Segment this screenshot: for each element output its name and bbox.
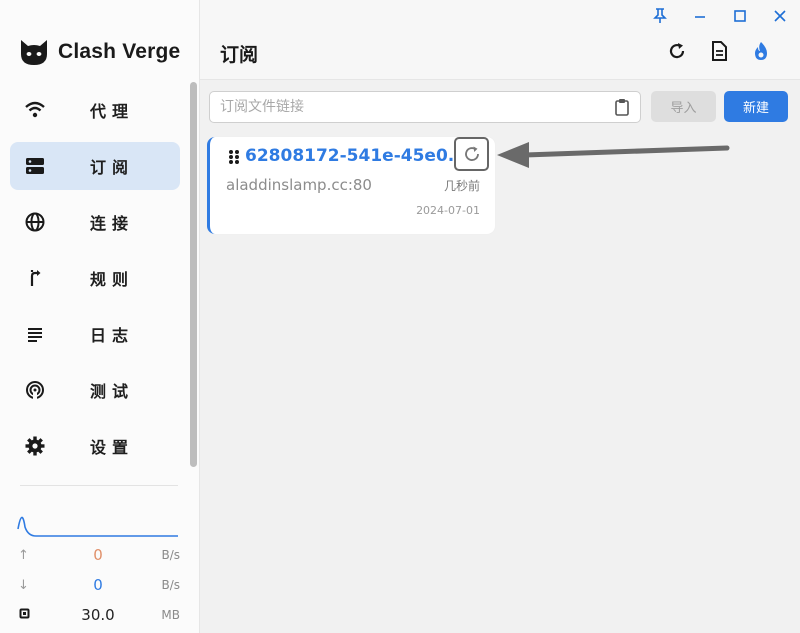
lines-icon [24, 323, 46, 345]
sidebar-item-label: 订阅 [90, 158, 135, 177]
sidebar-item-proxy[interactable]: 代理 [10, 86, 180, 134]
refresh-icon [464, 146, 479, 161]
upload-unit: B/s [161, 548, 180, 562]
traffic-sparkline [17, 516, 178, 537]
profile-date: 2024-07-01 [416, 204, 480, 217]
annotation-arrow [497, 142, 730, 168]
refresh-all-icon[interactable] [666, 40, 688, 62]
globe-icon [24, 211, 46, 233]
sidebar-nav: 代理 订阅 连接 规则 日志 测试 设置 [10, 86, 180, 478]
sidebar-item-label: 日志 [90, 326, 135, 345]
document-icon[interactable] [708, 40, 730, 62]
profile-card[interactable]: 62808172-541e-45e0... aladdinslamp.cc:80… [207, 137, 495, 234]
sidebar-item-rules[interactable]: 规则 [10, 254, 180, 302]
new-button[interactable]: 新建 [724, 91, 788, 122]
pin-icon[interactable] [650, 6, 670, 26]
download-speed: ↓ 0 B/s [18, 575, 180, 595]
sidebar-item-label: 规则 [90, 270, 135, 289]
close-icon[interactable] [770, 6, 790, 26]
download-value: 0 [93, 576, 103, 594]
app-logo: Clash Verge [18, 36, 180, 68]
sidebar-item-label: 代理 [90, 102, 135, 121]
download-unit: B/s [161, 578, 180, 592]
maximize-icon[interactable] [730, 6, 750, 26]
divider [20, 485, 178, 486]
sidebar-item-connections[interactable]: 连接 [10, 198, 180, 246]
profile-updated: 几秒前 [443, 179, 480, 193]
app-name: Clash Verge [58, 40, 181, 63]
memory-usage: 30.0 MB [18, 605, 180, 625]
arrow-down-icon: ↓ [18, 577, 29, 593]
sidebar: Clash Verge 代理 订阅 连接 规则 日志 测试 设置 ↑ 0 B/s… [0, 0, 200, 633]
profile-refresh-button[interactable] [454, 137, 489, 171]
subscription-url-input[interactable] [210, 92, 600, 122]
profile-name: 62808172-541e-45e0... [245, 146, 468, 166]
arrow-up-icon: ↑ [18, 547, 29, 563]
minimize-icon[interactable] [690, 6, 710, 26]
cat-logo-icon [21, 40, 47, 65]
page-title: 订阅 [220, 44, 259, 66]
gear-icon [24, 435, 46, 457]
subscription-url-field[interactable] [209, 91, 641, 123]
import-button[interactable]: 导入 [651, 91, 716, 122]
memory-chip-icon [18, 607, 38, 624]
upload-speed: ↑ 0 B/s [18, 545, 180, 565]
fire-icon[interactable] [750, 40, 772, 62]
drag-handle-icon[interactable] [228, 149, 240, 165]
broadcast-icon [24, 379, 46, 401]
sidebar-item-settings[interactable]: 设置 [10, 422, 180, 470]
sidebar-item-label: 设置 [90, 438, 135, 457]
server-icon [24, 155, 46, 177]
sidebar-item-test[interactable]: 测试 [10, 366, 180, 414]
fork-icon [24, 267, 46, 289]
sidebar-item-label: 测试 [90, 382, 135, 401]
sidebar-item-logs[interactable]: 日志 [10, 310, 180, 358]
upload-value: 0 [93, 546, 103, 564]
memory-unit: MB [161, 608, 180, 622]
memory-value: 30.0 [81, 606, 115, 624]
sidebar-item-profiles[interactable]: 订阅 [10, 142, 180, 190]
sidebar-item-label: 连接 [90, 214, 135, 233]
profile-host: aladdinslamp.cc:80 [226, 176, 372, 194]
wifi-icon [24, 99, 46, 121]
sidebar-scrollbar[interactable] [190, 82, 197, 467]
clipboard-icon[interactable] [614, 98, 630, 116]
